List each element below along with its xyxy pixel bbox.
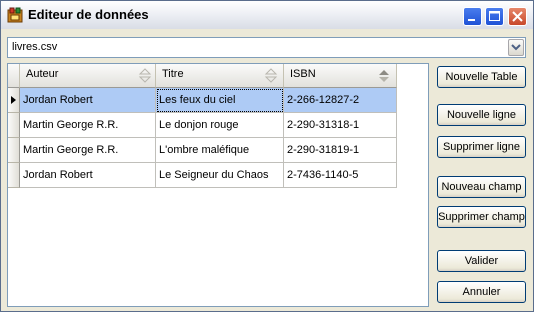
grid-corner: [8, 64, 20, 88]
column-header-label: ISBN: [290, 68, 316, 80]
table-cell[interactable]: 2-290-31819-1: [284, 138, 397, 163]
minimize-button[interactable]: [463, 7, 482, 26]
row-header[interactable]: [8, 138, 20, 163]
column-header-title[interactable]: Titre: [156, 64, 284, 88]
table-cell[interactable]: Jordan Robert: [20, 88, 156, 113]
table-cell[interactable]: 2-290-31318-1: [284, 113, 397, 138]
file-selector-value: livres.csv: [12, 41, 58, 53]
table-cell[interactable]: 2-266-12827-2: [284, 88, 397, 113]
sort-ascending-icon: [379, 70, 389, 82]
table-cell[interactable]: 2-7436-1140-5: [284, 163, 397, 188]
table-cell[interactable]: Martin George R.R.: [20, 138, 156, 163]
column-header-label: Titre: [162, 68, 184, 80]
data-editor-window: Editeur de données livres.csv Auteur Tit…: [0, 0, 534, 312]
close-button[interactable]: [508, 7, 527, 26]
row-header[interactable]: [8, 113, 20, 138]
table-cell[interactable]: Les feux du ciel: [156, 88, 284, 113]
column-header-author[interactable]: Auteur: [20, 64, 156, 88]
new-field-button[interactable]: Nouveau champ: [437, 176, 526, 198]
column-header-isbn[interactable]: ISBN: [284, 64, 397, 88]
title-bar[interactable]: Editeur de données: [1, 1, 533, 29]
close-icon: [512, 11, 523, 22]
chevron-down-icon: [511, 44, 521, 51]
current-row-indicator-icon: [11, 96, 16, 104]
sort-icon: [138, 68, 152, 83]
minimize-icon: [468, 19, 475, 21]
window-title: Editeur de données: [28, 7, 149, 22]
data-grid[interactable]: Auteur Titre ISBN Jordan Robert Les feux…: [7, 63, 429, 307]
dropdown-button[interactable]: [508, 39, 524, 56]
table-cell[interactable]: Le Seigneur du Chaos: [156, 163, 284, 188]
sort-icon: [264, 68, 278, 83]
table-cell[interactable]: Martin George R.R.: [20, 113, 156, 138]
row-header[interactable]: [8, 88, 20, 113]
column-header-label: Auteur: [26, 68, 59, 80]
cancel-button[interactable]: Annuler: [437, 281, 526, 303]
validate-button[interactable]: Valider: [437, 250, 526, 272]
maximize-icon: [489, 11, 500, 21]
file-selector-dropdown[interactable]: livres.csv: [7, 37, 526, 58]
new-table-button[interactable]: Nouvelle Table: [437, 66, 526, 88]
maximize-button[interactable]: [485, 7, 504, 26]
new-row-button[interactable]: Nouvelle ligne: [437, 104, 526, 126]
delete-row-button[interactable]: Supprimer ligne: [437, 136, 526, 158]
app-icon: [7, 7, 23, 23]
table-cell[interactable]: Jordan Robert: [20, 163, 156, 188]
table-cell[interactable]: Le donjon rouge: [156, 113, 284, 138]
delete-field-button[interactable]: Supprimer champ: [437, 206, 526, 228]
row-header[interactable]: [8, 163, 20, 188]
table-cell[interactable]: L'ombre maléfique: [156, 138, 284, 163]
